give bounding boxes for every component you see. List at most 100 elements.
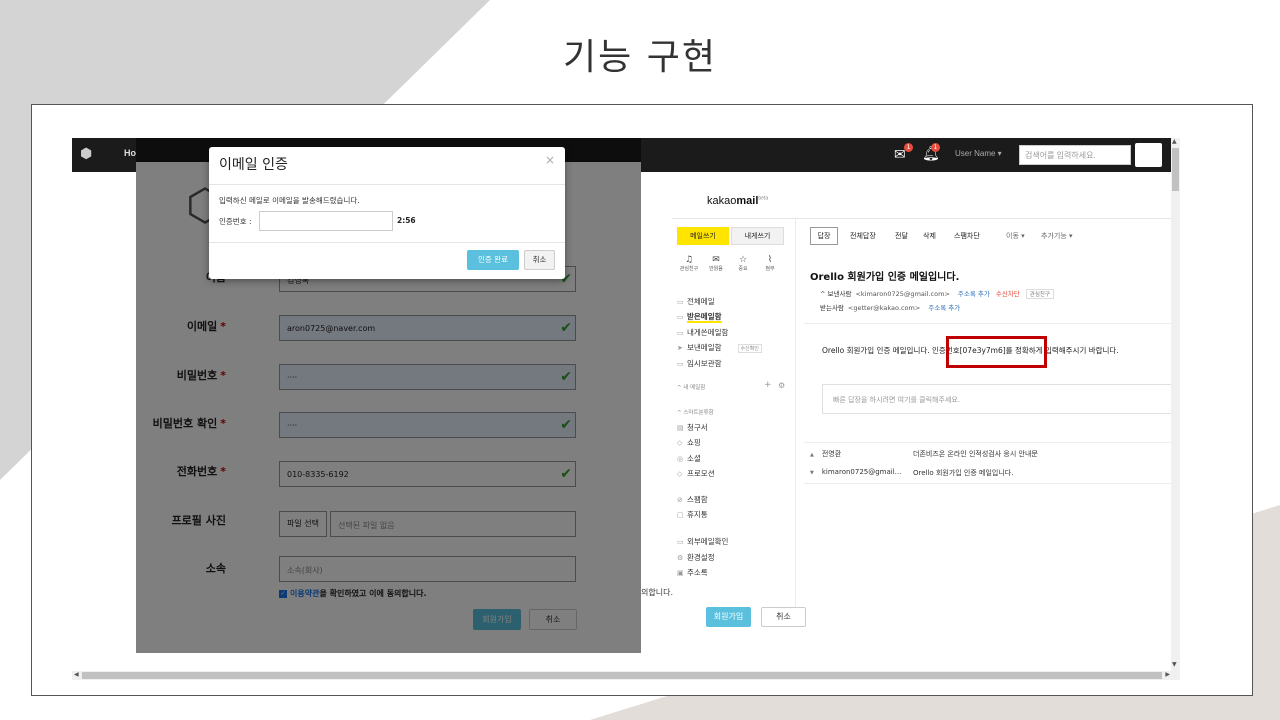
folder-promotion[interactable]: ◇ 프로모션 — [677, 468, 715, 482]
social-icon: ◎ — [677, 455, 684, 463]
external-mail-icon: ▭ — [677, 538, 684, 546]
favorite-friend-chip[interactable]: 관심친구 — [1025, 289, 1055, 299]
cancel-button[interactable]: 취소 — [761, 607, 806, 627]
more-actions-dropdown[interactable]: 추가기능 ▾ — [1041, 231, 1073, 241]
quick-reply-box[interactable]: 빠른 답장을 하시려면 여기를 클릭해주세요. — [822, 384, 1180, 414]
add-folder-icon[interactable]: + — [764, 380, 772, 390]
shopping-icon: ◇ — [677, 439, 683, 447]
bill-icon: ▤ — [677, 424, 684, 432]
read-receipt-tag[interactable]: 수신확인 — [737, 344, 762, 353]
verify-complete-button[interactable]: 인증 완료 — [467, 250, 519, 270]
scroll-right-icon[interactable]: ▶ — [1165, 671, 1170, 678]
settings-icon[interactable]: ⚙ — [778, 381, 785, 390]
app-logo-icon[interactable]: ⬢ — [80, 146, 96, 162]
thread-row[interactable]: ▼ kimaron0725@gmail... Orello 회원가입 인증 메일입니… — [810, 468, 1013, 477]
quick-filter-favorite[interactable]: ♫ 관심친구 — [677, 255, 701, 272]
divider — [209, 242, 565, 243]
highlight-box — [946, 336, 1047, 368]
reply-button[interactable]: 답장 — [810, 227, 838, 245]
quick-filter-attachment[interactable]: ⌇ 첨부 — [758, 255, 782, 272]
slide-title: 기능 구현 — [563, 37, 717, 78]
modal-message: 입력하신 메일로 이메일을 발송해드렸습니다. — [219, 196, 360, 205]
user-menu[interactable]: User Name ▾ — [955, 149, 1002, 158]
search-input[interactable]: 검색어를 입력하세요. — [1019, 145, 1131, 165]
envelope-icon: ✉ — [712, 255, 720, 265]
mail-sender-row: ^ 보낸사람 <kimaron0725@gmail.com> 주소록 추가 수신차단 관… — [820, 288, 1055, 299]
caret-up-icon: ▲ — [810, 452, 814, 458]
bell-badge: 1 — [931, 143, 940, 152]
folder-trash[interactable]: ▢ 휴지통 — [677, 509, 708, 523]
add-contact-link[interactable]: 주소록 추가 — [958, 290, 990, 298]
close-icon[interactable]: × — [545, 153, 555, 167]
horizontal-scrollbar[interactable]: ◀ ▶ — [72, 671, 1180, 680]
forward-button[interactable]: 전달 — [895, 231, 908, 241]
add-contact-link[interactable]: 주소록 추가 — [928, 304, 960, 312]
settings-link[interactable]: ⚙ 환경설정 — [677, 552, 715, 566]
folder-inbox[interactable]: ▭ 받은메일함 — [677, 311, 722, 325]
thread-row[interactable]: ▲ 전영환 더존비즈온 온라인 인적성검사 응시 안내문 — [810, 449, 1038, 459]
draft-icon: ▭ — [677, 360, 684, 368]
recipient-address[interactable]: <getter@kakao.com> — [848, 304, 920, 312]
sender-label[interactable]: ^ 보낸사람 — [820, 290, 851, 298]
quick-filter-important[interactable]: ☆ 중요 — [731, 255, 755, 272]
spam-block-button[interactable]: 스팸차단 — [954, 231, 980, 241]
address-book-icon: ▣ — [677, 569, 684, 577]
divider — [209, 184, 565, 185]
trash-icon: ▢ — [677, 511, 684, 519]
my-folders-toggle[interactable]: ^ 내 메일함 — [677, 383, 705, 391]
caret-down-icon: ▼ — [810, 470, 814, 476]
delete-button[interactable]: 삭제 — [923, 231, 936, 241]
folder-to-self[interactable]: ▭ 내게쓴메일함 — [677, 327, 728, 341]
modal-title: 이메일 인증 — [219, 157, 288, 173]
folder-icon: ▭ — [677, 329, 684, 337]
move-dropdown[interactable]: 이동 ▾ — [1006, 231, 1025, 241]
divider — [795, 218, 796, 608]
recipient-label: 받는사람 — [820, 304, 844, 312]
write-mail-button[interactable]: 메일쓰기 — [677, 227, 729, 245]
external-mail-link[interactable]: ▭ 외부메일확인 — [677, 536, 728, 550]
folder-sent[interactable]: ➤ 보낸메일함 수신확인 — [677, 342, 762, 356]
quick-filters: ♫ 관심친구 ✉ 안읽음 ☆ 중요 ⌇ 첨부 — [677, 255, 787, 279]
quick-filter-unread[interactable]: ✉ 안읽음 — [704, 255, 728, 272]
folder-all[interactable]: ▭ 전체메일 — [677, 296, 715, 310]
scroll-left-icon[interactable]: ◀ — [74, 671, 79, 678]
scrollbar-thumb[interactable] — [82, 672, 1162, 679]
spam-icon: ⊘ — [677, 496, 683, 504]
nav-home-link[interactable]: Ho — [124, 148, 136, 158]
send-icon: ➤ — [677, 344, 683, 352]
mail-subject: Orello 회원가입 인증 메일입니다. — [810, 272, 960, 283]
scroll-down-icon[interactable]: ▼ — [1172, 661, 1177, 668]
modal-cancel-button[interactable]: 취소 — [524, 250, 555, 270]
paperclip-icon: ⌇ — [767, 255, 773, 265]
divider — [672, 218, 1180, 219]
folder-social[interactable]: ◎ 소셜 — [677, 453, 701, 467]
folder-bills[interactable]: ▤ 청구서 — [677, 422, 708, 436]
folder-drafts[interactable]: ▭ 임시보관함 — [677, 358, 722, 372]
address-book-link[interactable]: ▣ 주소록 — [677, 567, 708, 581]
smart-folders-toggle[interactable]: ^ 스마트분류함 — [677, 408, 714, 416]
divider — [804, 323, 1180, 324]
scroll-up-icon[interactable]: ▲ — [1172, 138, 1177, 145]
promotion-icon: ◇ — [677, 470, 683, 478]
folder-icon: ▭ — [677, 298, 684, 306]
countdown-timer: 2:56 — [397, 216, 416, 225]
scrollbar-thumb[interactable] — [1172, 148, 1179, 191]
star-icon: ☆ — [738, 255, 748, 265]
write-to-self-button[interactable]: 내게쓰기 — [731, 227, 784, 245]
sender-address[interactable]: <kimaron0725@gmail.com> — [855, 290, 949, 298]
join-button[interactable]: 회원가입 — [706, 607, 751, 627]
screenshot-frame: ⬢ Ho ✉ 1 🔔︎ 1 User Name ▾ 검색어를 입력하세요. ka… — [31, 104, 1253, 696]
vertical-scrollbar[interactable]: ▲ ▼ — [1171, 138, 1180, 680]
browser-screenshot: ⬢ Ho ✉ 1 🔔︎ 1 User Name ▾ 검색어를 입력하세요. ka… — [72, 138, 1180, 680]
agree-text-tail: 의합니다. — [641, 588, 673, 597]
folder-shopping[interactable]: ◇ 쇼핑 — [677, 437, 701, 451]
mail-badge: 1 — [904, 143, 913, 152]
bell-icon: ♫ — [684, 255, 694, 265]
kakaomail-logo[interactable]: kakaomailbeta — [707, 195, 768, 207]
verification-code-input[interactable] — [259, 211, 393, 231]
block-sender-link[interactable]: 수신차단 — [996, 290, 1020, 298]
folder-spam[interactable]: ⊘ 스팸함 — [677, 494, 708, 508]
divider — [804, 442, 1180, 443]
reply-all-button[interactable]: 전체답장 — [850, 231, 876, 241]
search-button[interactable] — [1135, 143, 1162, 167]
